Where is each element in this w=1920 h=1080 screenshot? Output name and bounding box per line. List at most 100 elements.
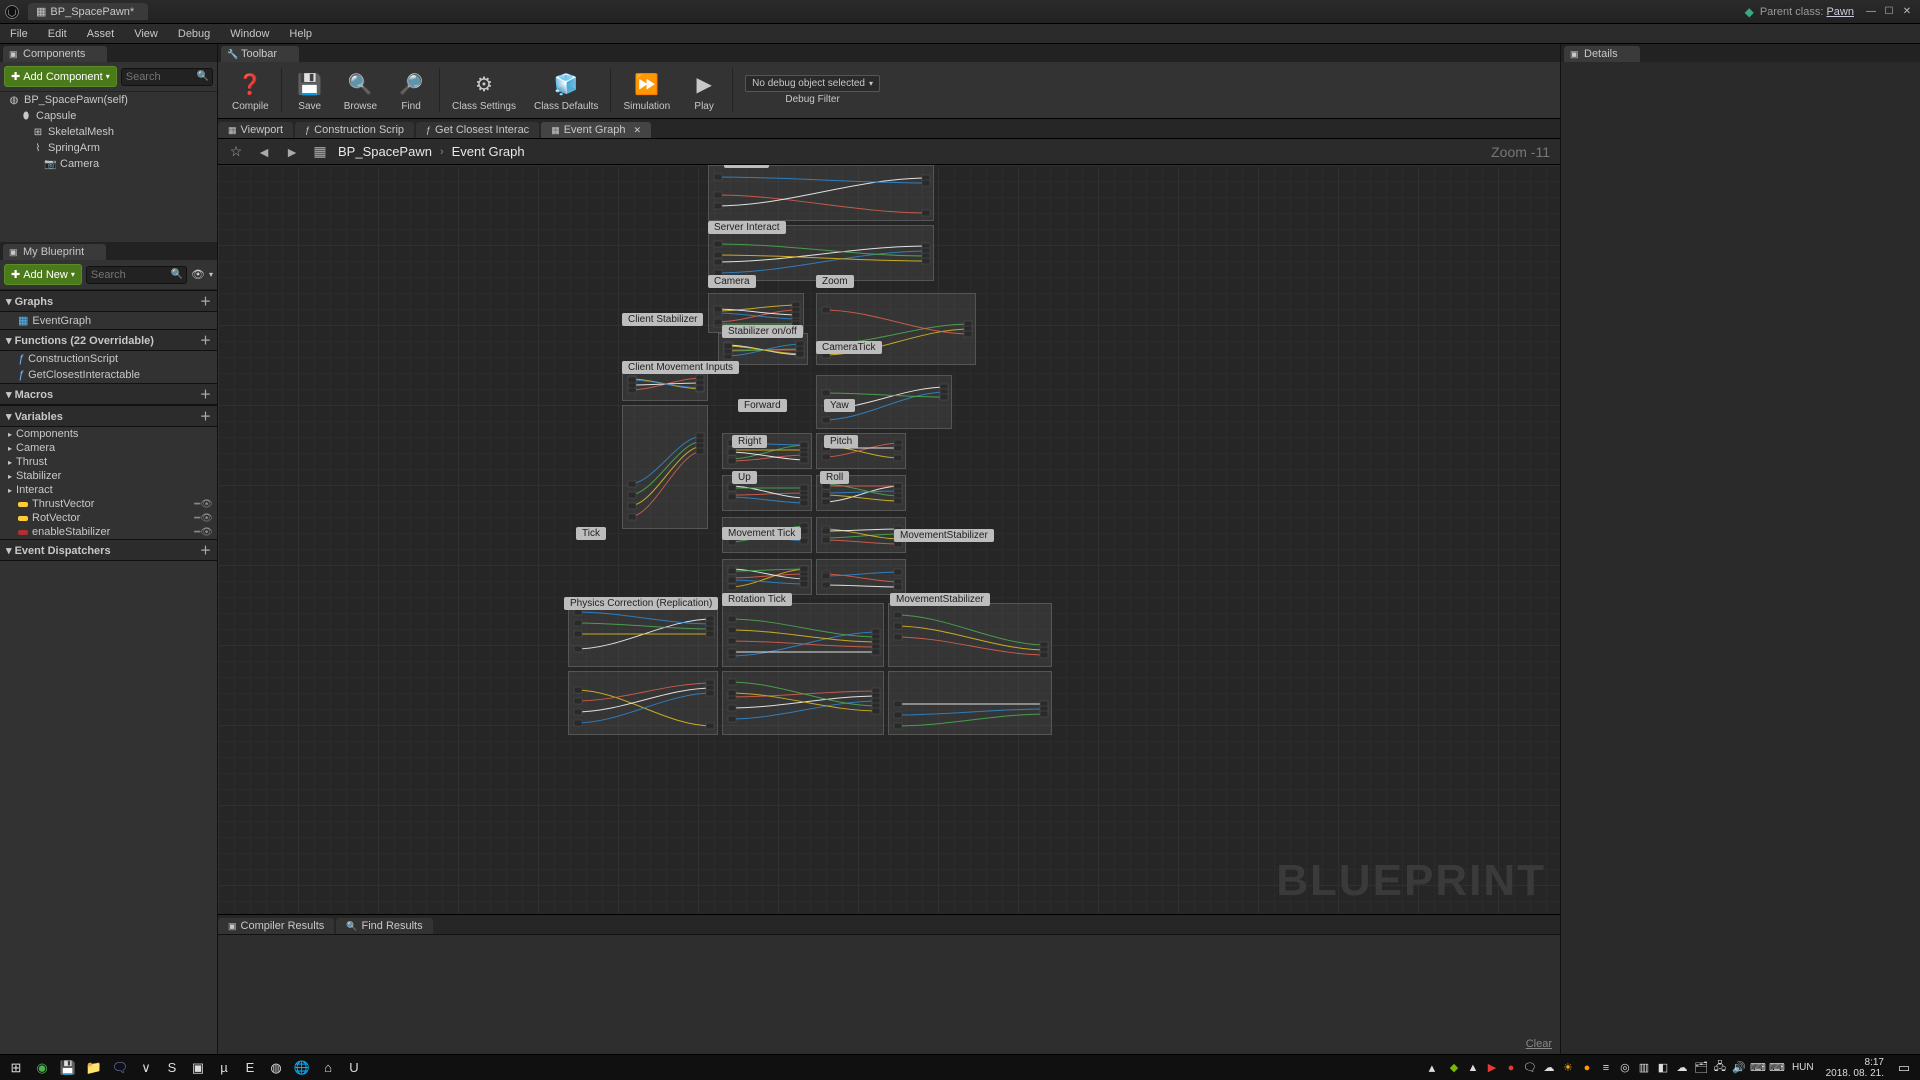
taskbar-cloud-icon[interactable]: ☁: [1540, 1057, 1558, 1079]
toolbar-tab[interactable]: 🔧 Toolbar: [221, 46, 299, 62]
play-button[interactable]: ▶Play: [680, 66, 728, 114]
taskbar-vol-icon[interactable]: 🔊: [1730, 1057, 1748, 1079]
section-event-dispatchers[interactable]: ▾ Event Dispatchers＋: [0, 539, 217, 561]
menu-window[interactable]: Window: [220, 26, 279, 42]
taskbar-vscode-icon[interactable]: ∨: [134, 1057, 158, 1079]
comment-label[interactable]: Yaw: [824, 399, 855, 412]
component-camera[interactable]: 📷Camera: [0, 156, 217, 172]
caret-down-icon[interactable]: ▾: [209, 270, 213, 279]
comment-box[interactable]: [568, 671, 718, 735]
taskbar-menu-icon[interactable]: ≡: [1597, 1057, 1615, 1079]
class-defaults-button[interactable]: 🧊Class Defaults: [526, 66, 606, 114]
variable-stabilizer[interactable]: ▸Stabilizer: [0, 469, 217, 483]
taskbar-discord-icon[interactable]: 🗨: [108, 1057, 132, 1079]
browse-button[interactable]: 🔍Browse: [336, 66, 385, 114]
menu-file[interactable]: File: [0, 26, 38, 42]
components-tab[interactable]: ▣ Components: [3, 46, 107, 62]
section-variables[interactable]: ▾ Variables＋: [0, 405, 217, 427]
comment-label[interactable]: MovementStabilizer: [890, 593, 990, 606]
taskbar-home-icon[interactable]: ⌂: [316, 1057, 340, 1079]
comment-label[interactable]: Server Interact: [708, 221, 786, 234]
comment-label[interactable]: Zoom: [816, 275, 854, 288]
add-macros-button[interactable]: ＋: [200, 386, 211, 402]
taskbar-orange-icon[interactable]: ●: [1578, 1057, 1596, 1079]
visibility-toggle[interactable]: ━👁: [194, 513, 213, 524]
component-springarm[interactable]: ⌇SpringArm: [0, 140, 217, 156]
tray-overflow-icon[interactable]: ▴: [1420, 1057, 1444, 1079]
comment-box[interactable]: [722, 559, 812, 595]
taskbar-yt-icon[interactable]: ▶: [1483, 1057, 1501, 1079]
graph-tab-get-closest-interac[interactable]: ƒGet Closest Interac: [416, 122, 539, 138]
variable-camera[interactable]: ▸Camera: [0, 441, 217, 455]
taskbar-term-icon[interactable]: ▣: [186, 1057, 210, 1079]
taskbar-folders-icon[interactable]: 🗂: [1692, 1057, 1710, 1079]
menu-asset[interactable]: Asset: [77, 26, 125, 42]
taskbar-cloud2-icon[interactable]: ☁: [1673, 1057, 1691, 1079]
graph-tab-construction-scrip[interactable]: ƒConstruction Scrip: [295, 122, 414, 138]
comment-label[interactable]: Pitch: [824, 435, 858, 448]
compile-button[interactable]: ❓Compile: [224, 66, 277, 114]
menu-help[interactable]: Help: [279, 26, 322, 42]
taskbar-ue-icon[interactable]: U: [342, 1057, 366, 1079]
document-tab[interactable]: ▦ BP_SpacePawn*: [28, 3, 148, 20]
debug-object-selector[interactable]: No debug object selected▾: [745, 75, 880, 92]
close-icon[interactable]: ✕: [633, 125, 641, 136]
add-component-button[interactable]: ✚ Add Component ▾: [4, 66, 117, 87]
taskbar-start-icon[interactable]: ⊞: [4, 1057, 28, 1079]
nav-forward-button[interactable]: ►: [282, 142, 302, 162]
comment-label[interactable]: CameraTick: [816, 341, 882, 354]
parent-class-link[interactable]: Pawn: [1826, 6, 1854, 18]
graph-tab-viewport[interactable]: ▦Viewport: [218, 122, 293, 138]
myblueprint-tab[interactable]: ▣ My Blueprint: [3, 244, 106, 260]
section-macros[interactable]: ▾ Macros＋: [0, 383, 217, 405]
taskbar-utorrent-icon[interactable]: µ: [212, 1057, 236, 1079]
variable-rotvector[interactable]: RotVector━👁: [0, 511, 217, 525]
source-control-icon[interactable]: ◆: [1745, 5, 1754, 19]
nav-back-button[interactable]: ◄: [254, 142, 274, 162]
variable-thrustvector[interactable]: ThrustVector━👁: [0, 497, 217, 511]
variable-enablestabilizer[interactable]: enableStabilizer━👁: [0, 525, 217, 539]
add-new-button[interactable]: ✚ Add New ▾: [4, 264, 82, 285]
class-settings-button[interactable]: ⚙Class Settings: [444, 66, 524, 114]
comment-label[interactable]: Client Stabilizer: [622, 313, 703, 326]
comment-label[interactable]: Stabilizer on/off: [722, 325, 803, 338]
visibility-toggle[interactable]: ━👁: [194, 527, 213, 538]
taskbar-key-icon[interactable]: ⌨: [1749, 1057, 1767, 1079]
taskbar-vpn-icon[interactable]: ▥: [1635, 1057, 1653, 1079]
comment-label[interactable]: Forward: [738, 399, 787, 412]
taskbar-nvidia-icon[interactable]: ◆: [1445, 1057, 1463, 1079]
taskbar-epic-icon[interactable]: E: [238, 1057, 262, 1079]
bottom-tab-compiler-results[interactable]: ▣Compiler Results: [218, 918, 334, 934]
section-graphs[interactable]: ▾ Graphs＋: [0, 290, 217, 312]
comment-box[interactable]: [622, 405, 708, 529]
function-constructionscript[interactable]: ƒConstructionScript: [0, 351, 217, 367]
visibility-toggle[interactable]: ━👁: [194, 499, 213, 510]
menu-view[interactable]: View: [124, 26, 168, 42]
minimize-button[interactable]: —: [1862, 4, 1880, 20]
add-functions-button[interactable]: ＋: [200, 332, 211, 348]
component-bp-spacepawn-self-[interactable]: ◍BP_SpacePawn(self): [0, 92, 217, 108]
tray-notifications-icon[interactable]: ▭: [1892, 1057, 1916, 1079]
maximize-button[interactable]: ☐: [1880, 4, 1898, 20]
comment-label[interactable]: Up: [732, 471, 757, 484]
comment-label[interactable]: Roll: [820, 471, 849, 484]
close-button[interactable]: ✕: [1898, 4, 1916, 20]
favorite-icon[interactable]: ☆: [226, 142, 246, 162]
function-getclosestinteractable[interactable]: ƒGetClosestInteractable: [0, 367, 217, 383]
comment-box[interactable]: [888, 671, 1052, 735]
taskbar-sublime-icon[interactable]: S: [160, 1057, 184, 1079]
graph-tab-event-graph[interactable]: ▦Event Graph✕: [541, 122, 651, 138]
comment-label[interactable]: MovementStabilizer: [894, 529, 994, 542]
component-capsule[interactable]: ⬮Capsule: [0, 108, 217, 124]
taskbar-chrome-icon[interactable]: ◉: [30, 1057, 54, 1079]
breadcrumb-leaf[interactable]: Event Graph: [452, 144, 525, 159]
taskbar-sun-icon[interactable]: ☀: [1559, 1057, 1577, 1079]
clear-link[interactable]: Clear: [1526, 1038, 1552, 1050]
breadcrumb-root[interactable]: BP_SpacePawn: [338, 144, 432, 159]
taskbar-steam-icon[interactable]: ◎: [1616, 1057, 1634, 1079]
menu-edit[interactable]: Edit: [38, 26, 77, 42]
taskbar-filesave-icon[interactable]: 💾: [56, 1057, 80, 1079]
variable-interact[interactable]: ▸Interact: [0, 483, 217, 497]
taskbar-steam2-icon[interactable]: ◍: [264, 1057, 288, 1079]
taskbar-discord2-icon[interactable]: 🗨: [1521, 1057, 1539, 1079]
